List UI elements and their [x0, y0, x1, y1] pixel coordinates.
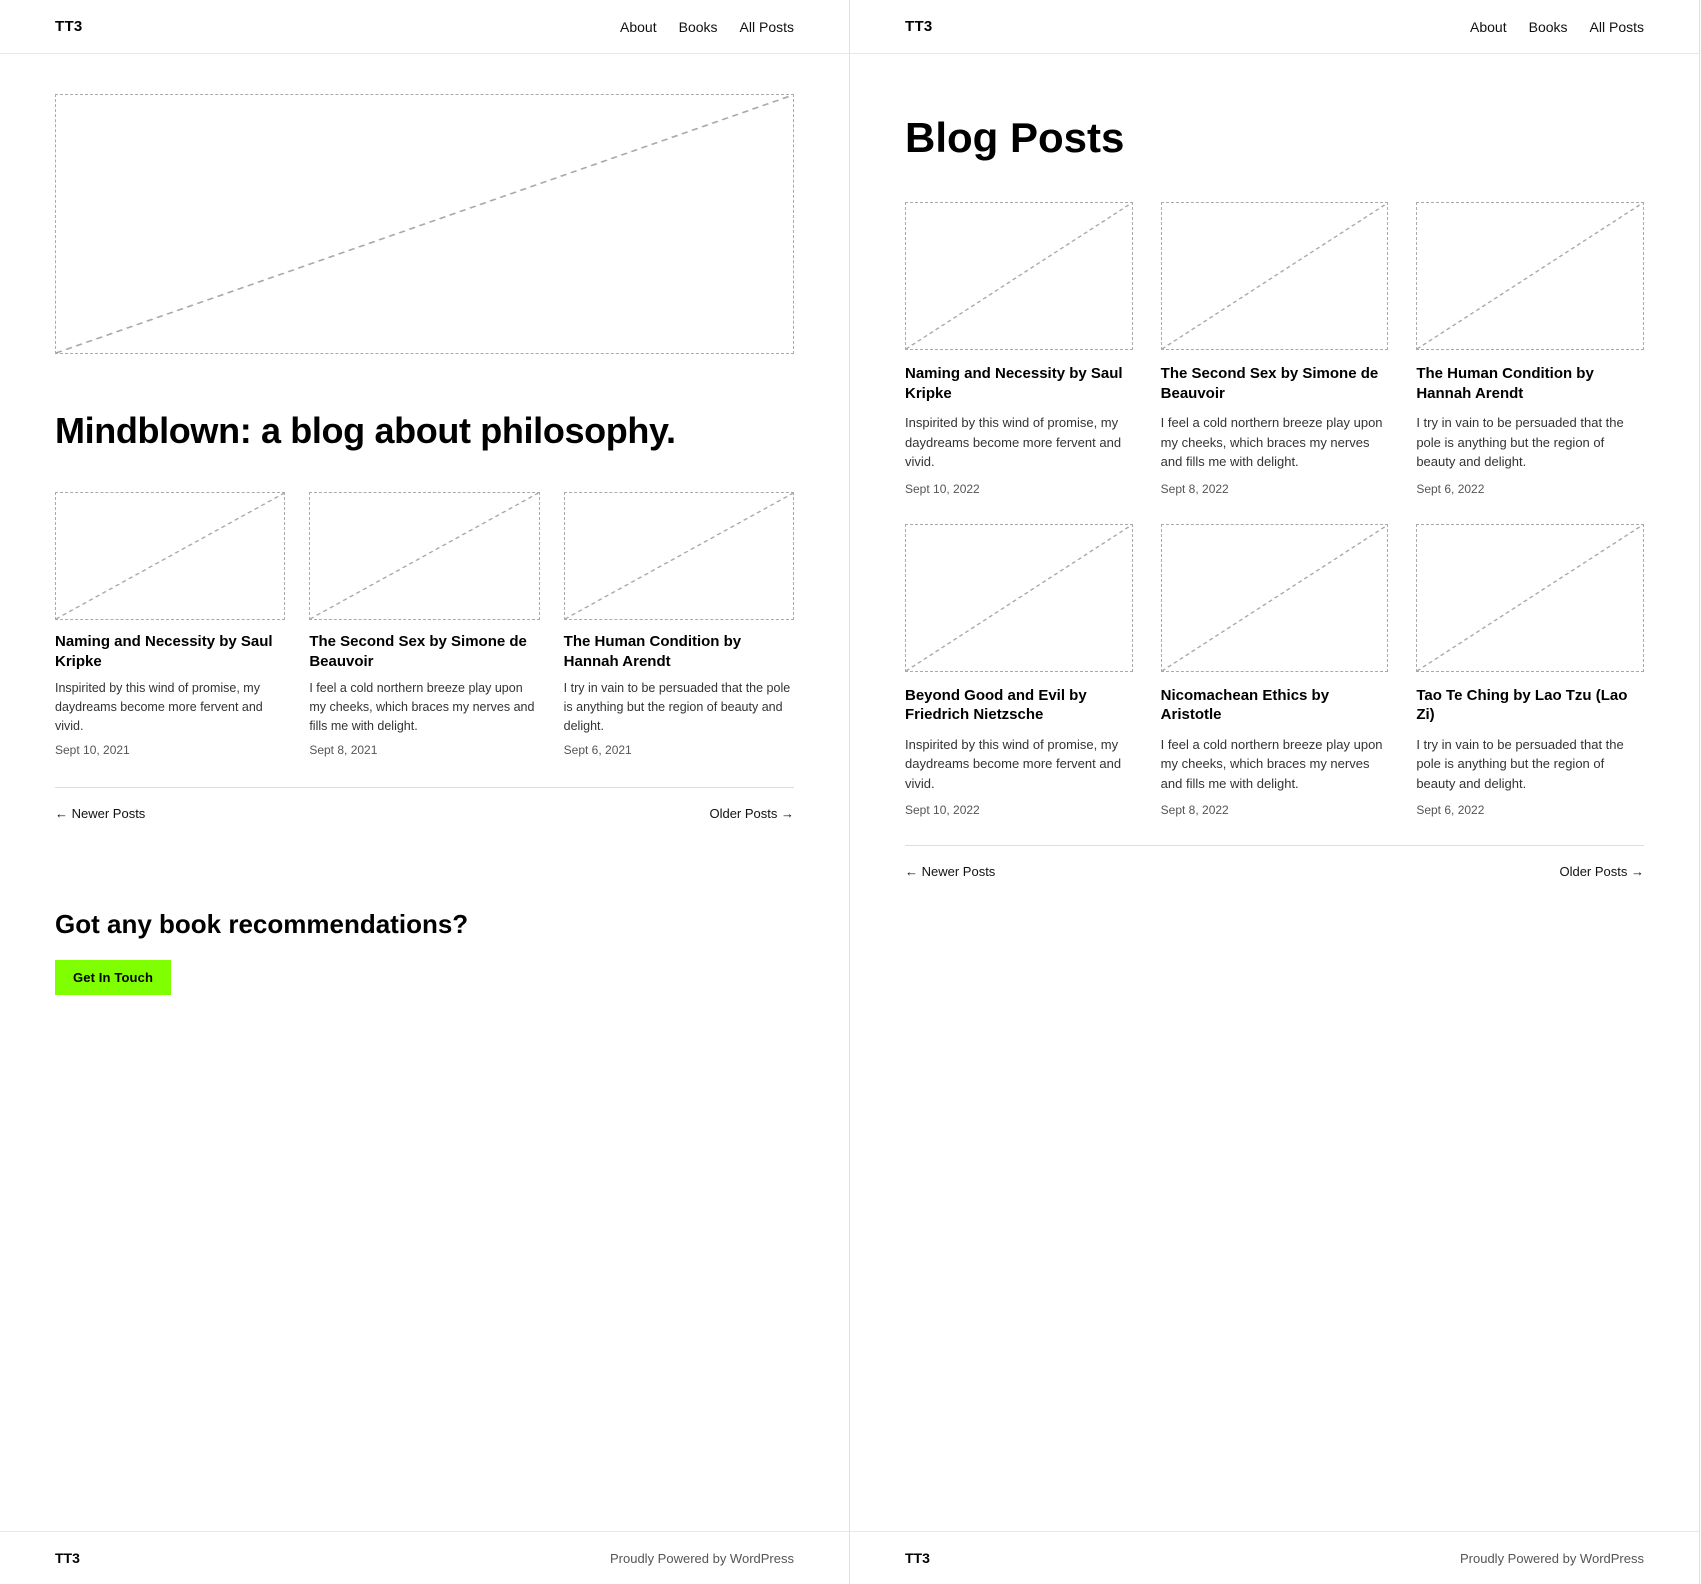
right-post-date-3: Sept 6, 2022 [1416, 482, 1644, 496]
right-post-4: Beyond Good and Evil by Friedrich Nietzs… [905, 524, 1133, 818]
right-post-excerpt-3: I try in vain to be persuaded that the p… [1416, 413, 1644, 472]
left-footer-powered: Proudly Powered by WordPress [610, 1551, 794, 1566]
page-title: Blog Posts [905, 114, 1644, 162]
hero-image [55, 94, 794, 354]
right-post-title-2[interactable]: The Second Sex by Simone de Beauvoir [1161, 364, 1389, 403]
right-post-date-5: Sept 8, 2022 [1161, 803, 1389, 817]
cta-button[interactable]: Get In Touch [55, 960, 171, 995]
right-post-5: Nicomachean Ethics by Aristotle I feel a… [1161, 524, 1389, 818]
right-panel: TT3 About Books All Posts Blog Posts Nam… [850, 0, 1700, 1584]
left-posts-grid: Naming and Necessity by Saul Kripke Insp… [55, 492, 794, 757]
left-footer: TT3 Proudly Powered by WordPress [0, 1531, 849, 1584]
left-nav: About Books All Posts [620, 19, 794, 35]
right-older-posts[interactable]: Older Posts → [1559, 864, 1644, 879]
right-post-thumb-3 [1416, 202, 1644, 350]
left-post-1: Naming and Necessity by Saul Kripke Insp… [55, 492, 285, 757]
right-post-date-1: Sept 10, 2022 [905, 482, 1133, 496]
left-post-thumb-1 [55, 492, 285, 620]
left-post-thumb-3 [564, 492, 794, 620]
right-post-thumb-4 [905, 524, 1133, 672]
right-nav-allposts[interactable]: All Posts [1590, 19, 1644, 35]
left-nav-books[interactable]: Books [679, 19, 718, 35]
right-nav-about[interactable]: About [1470, 19, 1507, 35]
left-post-2: The Second Sex by Simone de Beauvoir I f… [309, 492, 539, 757]
right-post-thumb-5 [1161, 524, 1389, 672]
right-post-excerpt-6: I try in vain to be persuaded that the p… [1416, 735, 1644, 794]
left-nav-about[interactable]: About [620, 19, 657, 35]
right-post-date-6: Sept 6, 2022 [1416, 803, 1644, 817]
right-main: Blog Posts Naming and Necessity by Saul … [850, 54, 1699, 1531]
left-post-excerpt-1: Inspirited by this wind of promise, my d… [55, 679, 285, 735]
right-logo: TT3 [905, 18, 933, 35]
right-post-title-1[interactable]: Naming and Necessity by Saul Kripke [905, 364, 1133, 403]
right-post-title-3[interactable]: The Human Condition by Hannah Arendt [1416, 364, 1644, 403]
left-post-3: The Human Condition by Hannah Arendt I t… [564, 492, 794, 757]
right-post-title-4[interactable]: Beyond Good and Evil by Friedrich Nietzs… [905, 686, 1133, 725]
right-pagination: ← Newer Posts Older Posts → [905, 845, 1644, 897]
right-post-title-6[interactable]: Tao Te Ching by Lao Tzu (Lao Zi) [1416, 686, 1644, 725]
right-post-excerpt-2: I feel a cold northern breeze play upon … [1161, 413, 1389, 472]
right-header: TT3 About Books All Posts [850, 0, 1699, 54]
left-footer-logo: TT3 [55, 1550, 80, 1566]
right-post-3: The Human Condition by Hannah Arendt I t… [1416, 202, 1644, 496]
left-pagination: ← Newer Posts Older Posts → [55, 787, 794, 839]
left-logo: TT3 [55, 18, 83, 35]
right-footer-logo: TT3 [905, 1550, 930, 1566]
left-post-title-3[interactable]: The Human Condition by Hannah Arendt [564, 632, 794, 671]
right-footer: TT3 Proudly Powered by WordPress [850, 1531, 1699, 1584]
left-post-date-1: Sept 10, 2021 [55, 743, 285, 757]
right-post-6: Tao Te Ching by Lao Tzu (Lao Zi) I try i… [1416, 524, 1644, 818]
right-post-date-2: Sept 8, 2022 [1161, 482, 1389, 496]
left-older-posts[interactable]: Older Posts → [709, 806, 794, 821]
left-cta: Got any book recommendations? Get In Tou… [55, 879, 794, 1025]
hero-title: Mindblown: a blog about philosophy. [55, 409, 794, 452]
right-post-thumb-6 [1416, 524, 1644, 672]
right-post-excerpt-4: Inspirited by this wind of promise, my d… [905, 735, 1133, 794]
left-nav-allposts[interactable]: All Posts [740, 19, 794, 35]
left-post-date-2: Sept 8, 2021 [309, 743, 539, 757]
right-post-1: Naming and Necessity by Saul Kripke Insp… [905, 202, 1133, 496]
right-post-thumb-2 [1161, 202, 1389, 350]
right-post-date-4: Sept 10, 2022 [905, 803, 1133, 817]
cta-title: Got any book recommendations? [55, 909, 794, 940]
left-newer-posts[interactable]: ← Newer Posts [55, 806, 145, 821]
right-posts-row1: Naming and Necessity by Saul Kripke Insp… [905, 202, 1644, 496]
right-post-excerpt-1: Inspirited by this wind of promise, my d… [905, 413, 1133, 472]
left-panel: TT3 About Books All Posts Mindblown: a b… [0, 0, 850, 1584]
right-newer-posts[interactable]: ← Newer Posts [905, 864, 995, 879]
right-nav: About Books All Posts [1470, 19, 1644, 35]
left-post-date-3: Sept 6, 2021 [564, 743, 794, 757]
right-footer-powered: Proudly Powered by WordPress [1460, 1551, 1644, 1566]
right-post-excerpt-5: I feel a cold northern breeze play upon … [1161, 735, 1389, 794]
right-post-2: The Second Sex by Simone de Beauvoir I f… [1161, 202, 1389, 496]
left-post-excerpt-2: I feel a cold northern breeze play upon … [309, 679, 539, 735]
left-post-thumb-2 [309, 492, 539, 620]
right-posts-row2: Beyond Good and Evil by Friedrich Nietzs… [905, 524, 1644, 818]
left-header: TT3 About Books All Posts [0, 0, 849, 54]
right-nav-books[interactable]: Books [1529, 19, 1568, 35]
left-post-title-2[interactable]: The Second Sex by Simone de Beauvoir [309, 632, 539, 671]
left-post-title-1[interactable]: Naming and Necessity by Saul Kripke [55, 632, 285, 671]
left-post-excerpt-3: I try in vain to be persuaded that the p… [564, 679, 794, 735]
left-main: Mindblown: a blog about philosophy. Nami… [0, 54, 849, 1531]
right-post-title-5[interactable]: Nicomachean Ethics by Aristotle [1161, 686, 1389, 725]
right-post-thumb-1 [905, 202, 1133, 350]
